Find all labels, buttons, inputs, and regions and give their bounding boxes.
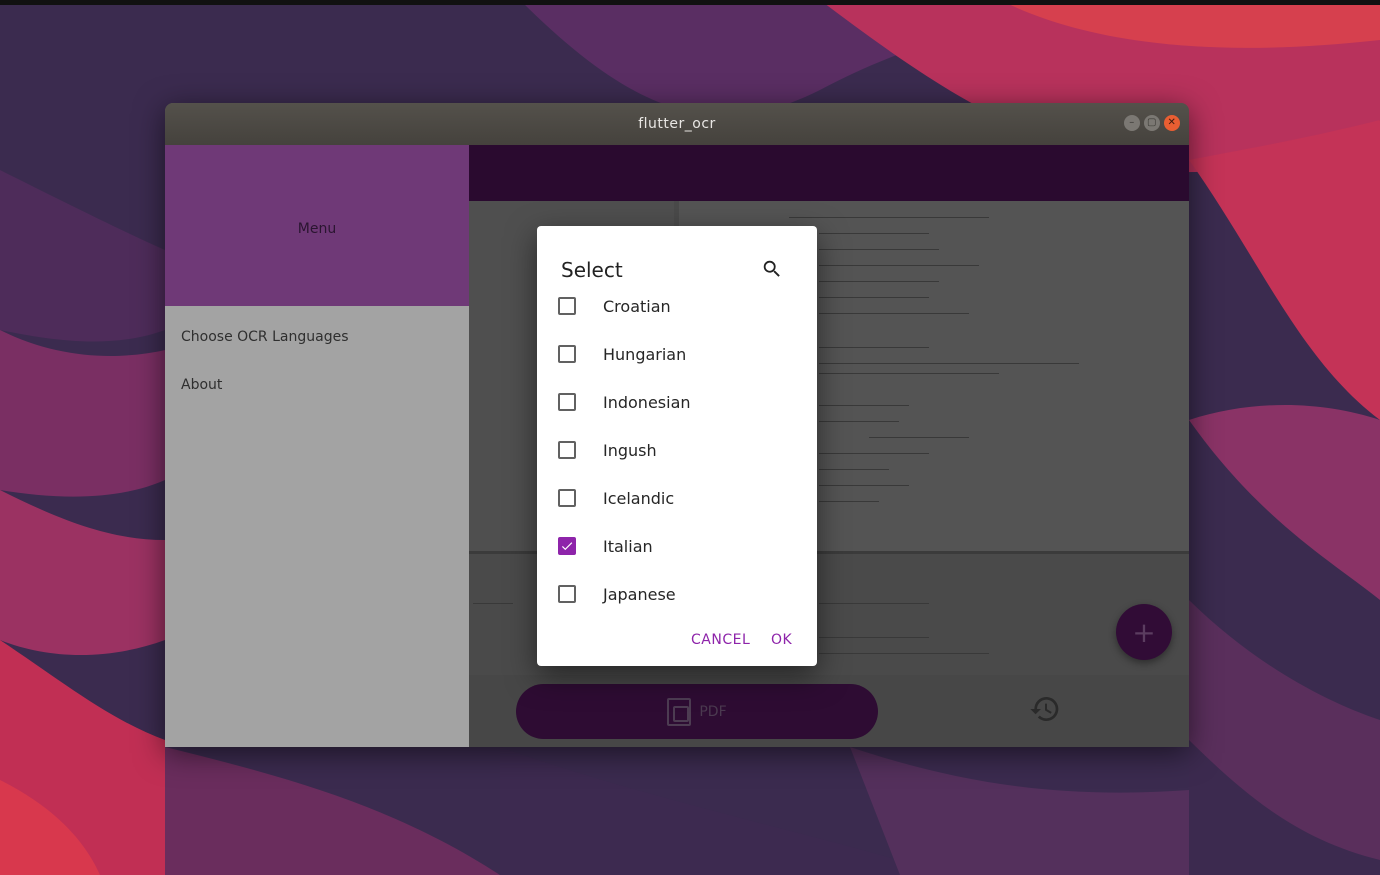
checkbox[interactable]: [558, 489, 576, 507]
close-icon[interactable]: ✕: [1164, 115, 1180, 131]
ok-button[interactable]: OK: [771, 632, 792, 648]
language-select-dialog: Select Croatian Hungarian Indonesian Ing…: [537, 226, 817, 666]
option-hungarian[interactable]: Hungarian: [537, 330, 817, 378]
checkbox[interactable]: [558, 585, 576, 603]
checkbox[interactable]: [558, 297, 576, 315]
window-title: flutter_ocr: [638, 116, 716, 132]
option-label: Indonesian: [603, 392, 691, 412]
option-label: Hungarian: [603, 344, 687, 364]
pdf-button-label: PDF: [699, 703, 727, 720]
window-titlebar[interactable]: flutter_ocr – ▢ ✕: [165, 103, 1189, 145]
language-options-list[interactable]: Croatian Hungarian Indonesian Ingush Ice…: [537, 296, 817, 612]
option-italian[interactable]: Italian: [537, 522, 817, 570]
add-image-button[interactable]: +: [1116, 604, 1172, 660]
option-croatian[interactable]: Croatian: [537, 296, 817, 330]
cancel-button[interactable]: CANCEL: [691, 632, 750, 648]
plus-icon: +: [1132, 615, 1156, 649]
option-label: Italian: [603, 536, 653, 556]
checkbox[interactable]: [558, 393, 576, 411]
bottom-action-bar: PDF: [469, 675, 1189, 747]
check-icon: [561, 542, 573, 551]
drawer-item-choose-ocr-languages[interactable]: Choose OCR Languages: [181, 329, 349, 345]
drawer-header: Menu: [165, 145, 469, 306]
navigation-drawer: Menu Choose OCR Languages About: [165, 145, 469, 747]
checkbox[interactable]: [558, 345, 576, 363]
system-top-bar: [0, 0, 1380, 5]
export-pdf-button[interactable]: PDF: [516, 684, 878, 739]
option-indonesian[interactable]: Indonesian: [537, 378, 817, 426]
history-icon[interactable]: [1029, 693, 1061, 725]
window-controls: – ▢ ✕: [1124, 115, 1180, 131]
checkbox[interactable]: [558, 441, 576, 459]
option-label: Croatian: [603, 296, 671, 316]
app-bar: [469, 145, 1189, 201]
search-icon[interactable]: [761, 258, 783, 280]
option-label: Icelandic: [603, 488, 675, 508]
dialog-actions: CANCEL OK: [537, 632, 817, 656]
option-ingush[interactable]: Ingush: [537, 426, 817, 474]
dialog-title: Select: [561, 258, 623, 282]
drawer-title: Menu: [297, 221, 337, 237]
maximize-icon[interactable]: ▢: [1144, 115, 1160, 131]
option-label: Ingush: [603, 440, 657, 460]
drawer-item-about[interactable]: About: [181, 377, 222, 393]
checkbox-checked[interactable]: [558, 537, 576, 555]
option-label: Japanese: [603, 584, 676, 604]
option-japanese[interactable]: Japanese: [537, 570, 817, 612]
pdf-icon: [667, 697, 692, 726]
minimize-icon[interactable]: –: [1124, 115, 1140, 131]
option-icelandic[interactable]: Icelandic: [537, 474, 817, 522]
